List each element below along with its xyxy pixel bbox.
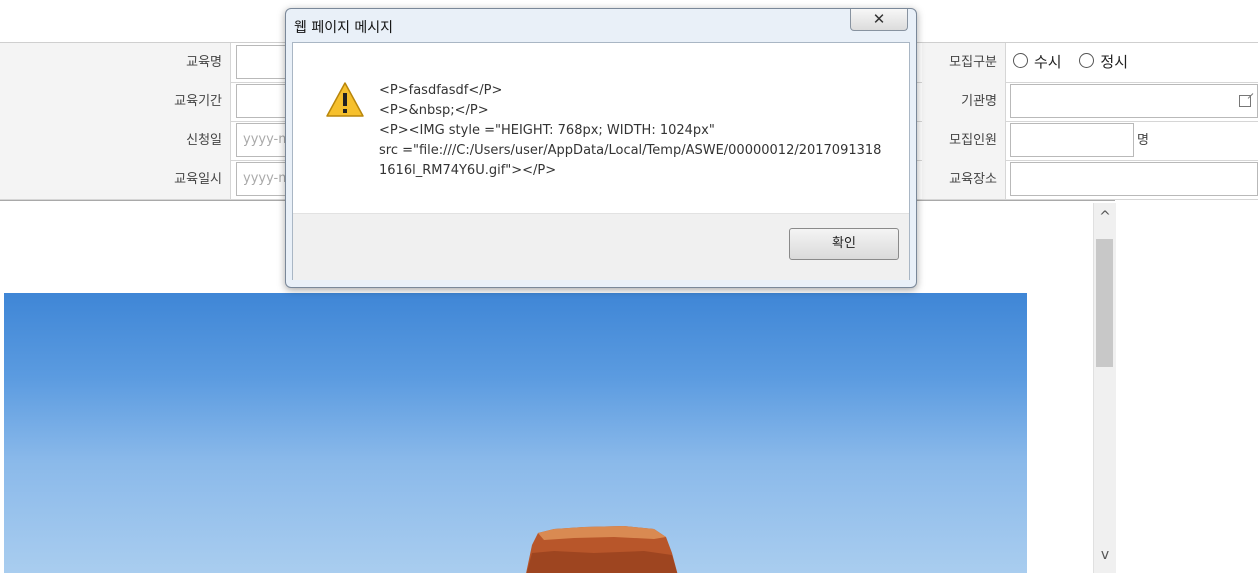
recruit-type-regular-label: 정시	[1100, 53, 1128, 71]
dialog-message-line: <P>&nbsp;</P>	[379, 103, 489, 118]
editor-scrollbar[interactable]: ^ v	[1093, 203, 1116, 573]
dialog-title: 웹 페이지 메시지	[294, 20, 394, 36]
popup-open-icon[interactable]	[1239, 95, 1251, 107]
recruit-type-radio-regular[interactable]	[1079, 53, 1095, 68]
scroll-up-icon[interactable]: ^	[1094, 205, 1116, 229]
dialog-message-line: <P><IMG style ="HEIGHT: 768px; WIDTH: 10…	[379, 123, 715, 138]
recruit-count-unit: 명	[1137, 133, 1149, 148]
mesa-rock-shape	[526, 526, 678, 573]
recruit-type-label: 모집구분	[922, 43, 1006, 82]
recruit-type-anytime-label: 수시	[1034, 53, 1062, 71]
course-place-input[interactable]	[1010, 162, 1258, 196]
scroll-down-icon[interactable]: v	[1094, 543, 1116, 567]
recruit-count-input[interactable]	[1010, 123, 1134, 157]
editor-image	[4, 293, 1027, 573]
dialog-body: <P>fasdfasdf</P> <P>&nbsp;</P> <P><IMG s…	[292, 42, 910, 280]
scroll-thumb[interactable]	[1096, 239, 1113, 367]
recruit-type-radio-group: 수시 정시	[1010, 43, 1138, 82]
dialog-message-line: <P>fasdfasdf</P>	[379, 83, 503, 98]
recruit-type-radio-anytime[interactable]	[1013, 53, 1028, 68]
course-place-label: 교육장소	[922, 160, 1006, 199]
webpage-message-dialog: 웹 페이지 메시지 ✕ <P>fasdfasdf</P> <P>&nbsp;</…	[285, 8, 917, 288]
dialog-footer: 확인	[293, 213, 909, 280]
dialog-message-area: <P>fasdfasdf</P> <P>&nbsp;</P> <P><IMG s…	[293, 43, 909, 213]
dialog-message: <P>fasdfasdf</P> <P>&nbsp;</P> <P><IMG s…	[379, 81, 889, 181]
dialog-message-line: src ="file:///C:/Users/user/AppData/Loca…	[379, 143, 882, 178]
course-period-label: 교육기간	[0, 82, 231, 121]
apply-date-label: 신청일	[0, 121, 231, 160]
course-datetime-label: 교육일시	[0, 160, 231, 199]
warning-icon	[326, 82, 364, 117]
close-icon[interactable]: ✕	[850, 9, 908, 31]
ok-button[interactable]: 확인	[789, 228, 899, 260]
recruit-count-label: 모집인원	[922, 121, 1006, 160]
org-name-input[interactable]	[1010, 84, 1258, 118]
org-name-label: 기관명	[922, 82, 1006, 121]
course-name-label: 교육명	[0, 43, 231, 82]
